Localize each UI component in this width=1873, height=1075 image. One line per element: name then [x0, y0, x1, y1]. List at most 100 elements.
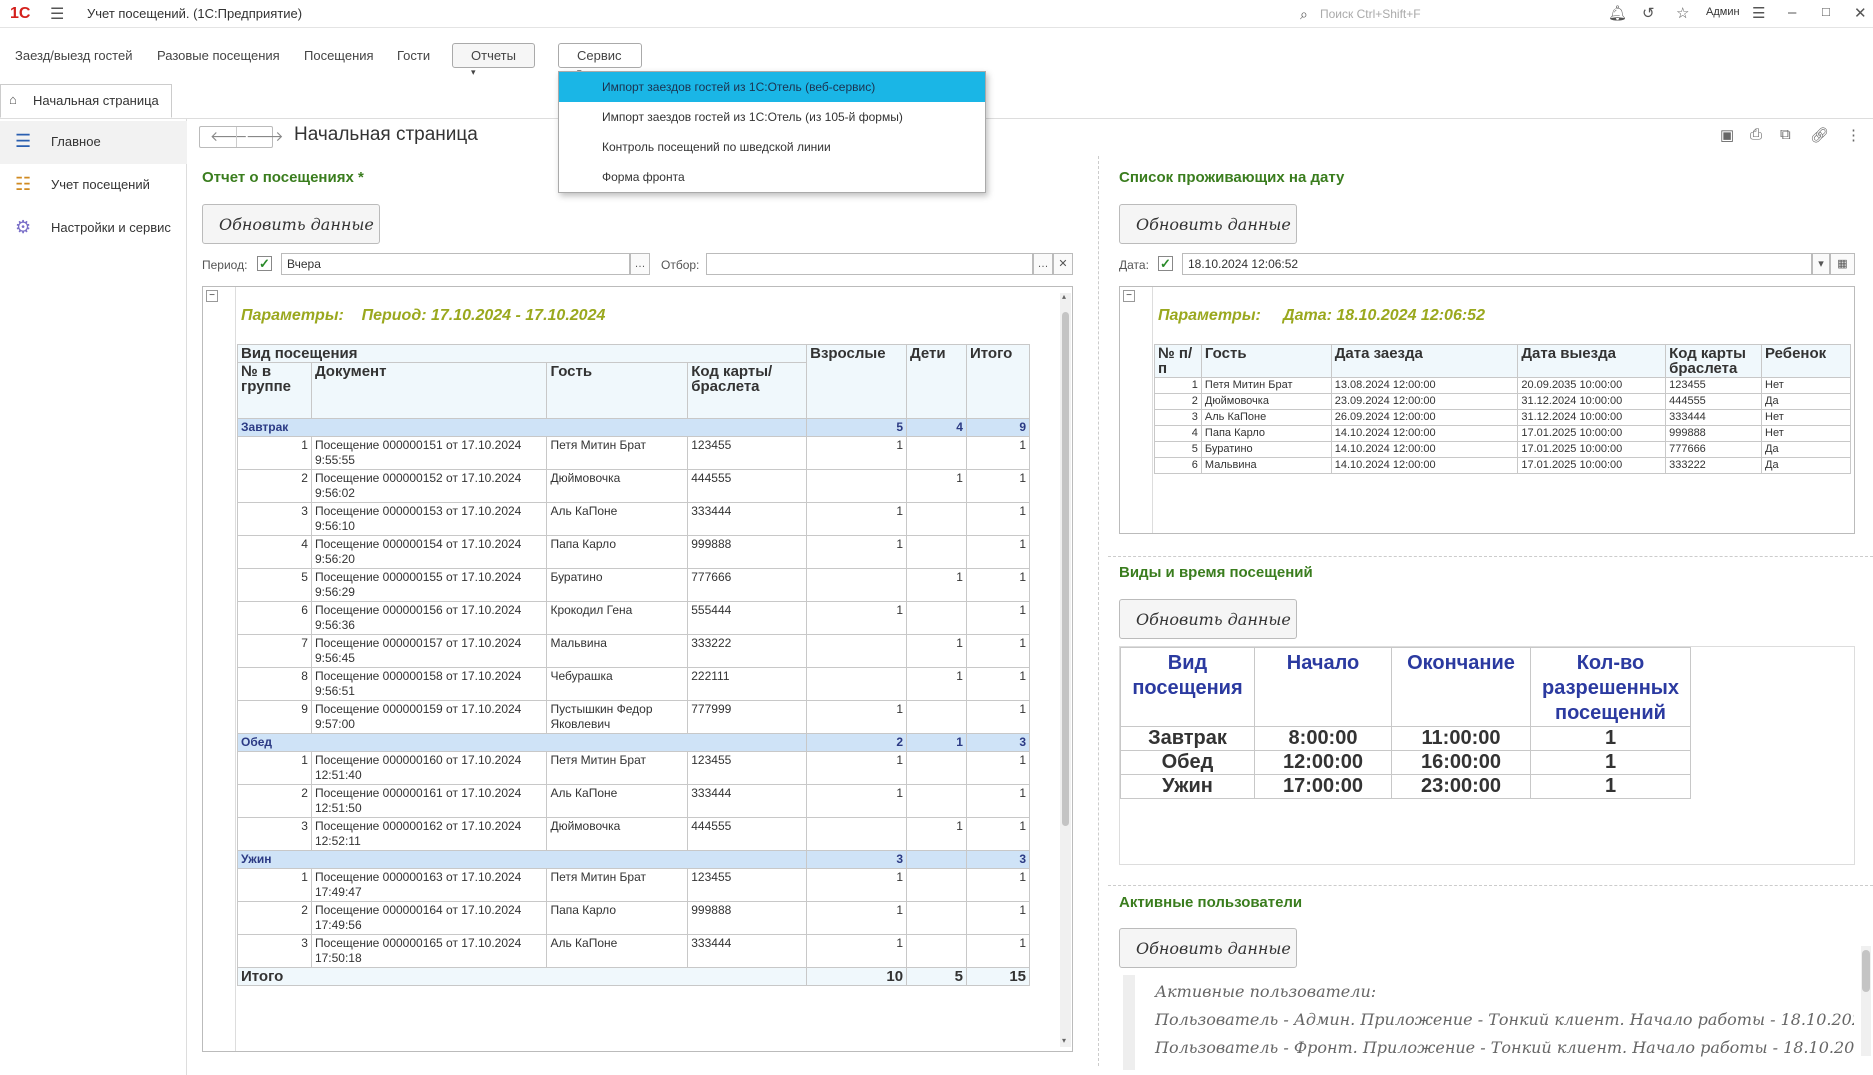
row-kids [906, 436, 967, 470]
row-document[interactable]: Посещение 000000165 от 17.10.2024 17:50:… [310, 934, 548, 968]
settings-menu-icon[interactable]: ☰ [1752, 4, 1765, 22]
sidebar-item-visits[interactable]: ☷ Учет посещений [0, 164, 187, 207]
forward-arrow-icon[interactable]: 🡒 [246, 128, 284, 145]
bell-icon[interactable]: 🔔︎ [1608, 4, 1627, 22]
scroll-up-icon[interactable]: ▴ [1062, 292, 1066, 301]
period-checkbox[interactable]: ✓ [257, 256, 272, 271]
col-child: Ребенок [1761, 344, 1851, 378]
menu-guests[interactable]: Гости [397, 48, 430, 63]
search-placeholder: Поиск Ctrl+Shift+F [1320, 7, 1421, 21]
sidebar-item-settings[interactable]: ⚙ Настройки и сервис [0, 207, 187, 250]
filter-select-button[interactable]: … [1033, 253, 1053, 275]
menu-item-import-105[interactable]: Импорт заездов гостей из 1С:Отель (из 10… [559, 102, 985, 132]
print-icon[interactable]: ⎙ [1750, 126, 1762, 143]
menu-item-front-form[interactable]: Форма фронта [559, 162, 985, 192]
date-field[interactable]: 18.10.2024 12:06:52 [1182, 253, 1812, 275]
history-icon[interactable]: ↺ [1642, 4, 1655, 22]
visit-types-table: Вид посещения Начало Окончание Кол-во ра… [1120, 647, 1691, 799]
row-kids [906, 502, 967, 536]
visits-report[interactable]: − Параметры: Период: 17.10.2024 - 17.10.… [202, 286, 1073, 1052]
row-document[interactable]: Посещение 000000159 от 17.10.2024 9:57:0… [310, 700, 548, 734]
row-card: 777666 [1665, 441, 1763, 458]
row-checkin: 13.08.2024 12:00:00 [1330, 377, 1519, 394]
table-row: 6 Посещение 000000156 от 17.10.2024 9:56:… [237, 601, 1031, 635]
table-row: 1 Посещение 000000151 от 17.10.2024 9:55:… [237, 436, 1031, 470]
row-document[interactable]: Посещение 000000157 от 17.10.2024 9:56:4… [310, 634, 548, 668]
row-number: 6 [237, 601, 312, 635]
user-name[interactable]: Админ [1706, 6, 1740, 18]
link-icon[interactable]: 🔗︎ [1810, 126, 1829, 144]
residents-gutter [1152, 287, 1153, 533]
minimize-icon[interactable]: – [1788, 4, 1796, 21]
row-document[interactable]: Посещение 000000155 от 17.10.2024 9:56:2… [310, 568, 548, 602]
row-adults: 1 [806, 502, 908, 536]
sidebar-item-main[interactable]: ☰ Главное [0, 121, 187, 164]
row-document[interactable]: Посещение 000000156 от 17.10.2024 9:56:3… [310, 601, 548, 635]
group-adults: 5 [806, 418, 908, 437]
menu-checkin[interactable]: Заезд/выезд гостей [15, 48, 132, 63]
row-document[interactable]: Посещение 000000164 от 17.10.2024 17:49:… [310, 901, 548, 935]
row-document[interactable]: Посещение 000000153 от 17.10.2024 9:56:1… [310, 502, 548, 536]
close-icon[interactable]: ✕ [1854, 4, 1867, 22]
row-document[interactable]: Посещение 000000160 от 17.10.2024 12:51:… [310, 751, 548, 785]
filter-field[interactable] [706, 253, 1033, 275]
save-icon[interactable]: ▣ [1720, 126, 1734, 144]
row-count: 1 [1530, 726, 1691, 751]
menu-single-visits[interactable]: Разовые посещения [157, 48, 280, 63]
row-total: 1 [965, 817, 1031, 851]
calendar-icon[interactable]: ▦ [1830, 253, 1855, 275]
active-users-panel[interactable]: Активные пользователи: Пользователь - Ад… [1119, 975, 1854, 1070]
row-guest: Аль КаПоне [546, 784, 689, 818]
row-document[interactable]: Посещение 000000154 от 17.10.2024 9:56:2… [310, 535, 548, 569]
page-scroll-thumb[interactable] [1862, 950, 1870, 992]
main-menu-icon[interactable]: ☰ [50, 4, 64, 24]
reports-menu-button[interactable]: Отчеты ▾ [452, 43, 535, 77]
row-document[interactable]: Посещение 000000161 от 17.10.2024 12:51:… [310, 784, 548, 818]
row-child: Да [1761, 393, 1851, 410]
tab-home[interactable]: ⌂ Начальная страница [0, 84, 172, 118]
residents-report[interactable]: − Параметры: Дата: 18.10.2024 12:06:52 №… [1119, 286, 1855, 534]
row-guest: Петя Митин Брат [546, 751, 689, 785]
menu-item-swedish-line[interactable]: Контроль посещений по шведской линии [559, 132, 985, 162]
collapse-icon[interactable]: − [206, 290, 218, 302]
menu-item-import-web[interactable]: Импорт заездов гостей из 1С:Отель (веб-с… [559, 72, 985, 102]
period-field[interactable]: Вчера [281, 253, 630, 275]
search-input[interactable]: ⌕ Поиск Ctrl+Shift+F [1298, 4, 1483, 24]
maximize-icon[interactable]: □ [1822, 4, 1830, 19]
collapse-icon[interactable]: − [1123, 290, 1135, 302]
back-arrow-icon[interactable]: 🡐 [210, 128, 248, 145]
scroll-down-icon[interactable]: ▾ [1062, 1036, 1066, 1045]
refresh-visit-types-button[interactable]: Обновить данные [1119, 599, 1297, 639]
row-card: 123455 [687, 751, 808, 785]
menu-visits[interactable]: Посещения [304, 48, 374, 63]
row-document[interactable]: Посещение 000000158 от 17.10.2024 9:56:5… [310, 667, 548, 701]
more-icon[interactable]: ⋮ [1846, 126, 1861, 144]
panel-splitter[interactable] [1098, 156, 1099, 1066]
row-adults [806, 667, 908, 701]
table-row: 9 Посещение 000000159 от 17.10.2024 9:57:… [237, 700, 1031, 734]
scroll-thumb[interactable] [1062, 312, 1069, 826]
refresh-residents-button[interactable]: Обновить данные [1119, 204, 1297, 244]
filter-clear-icon[interactable]: ✕ [1053, 253, 1073, 275]
row-document[interactable]: Посещение 000000151 от 17.10.2024 9:55:5… [310, 436, 548, 470]
total-row: Итого 10 5 15 [236, 967, 1031, 986]
refresh-report-button[interactable]: Обновить данные [202, 204, 380, 244]
refresh-active-users-button[interactable]: Обновить данные [1119, 928, 1297, 968]
row-document[interactable]: Посещение 000000152 от 17.10.2024 9:56:0… [310, 469, 548, 503]
report-scrollbar[interactable]: ▴ ▾ [1060, 292, 1071, 1047]
row-document[interactable]: Посещение 000000162 от 17.10.2024 12:52:… [310, 817, 548, 851]
page-scrollbar[interactable] [1861, 946, 1871, 1056]
row-checkout: 17.01.2025 10:00:00 [1517, 425, 1667, 442]
service-menu-button[interactable]: Сервис ▾ [558, 43, 642, 77]
row-kids: 1 [906, 817, 967, 851]
star-icon[interactable]: ☆ [1676, 4, 1689, 22]
col-num: № в группе [237, 362, 312, 419]
visit-types-header-row: Вид посещения Начало Окончание Кол-во ра… [1120, 647, 1691, 727]
row-checkin: 23.09.2024 12:00:00 [1330, 393, 1519, 410]
preview-icon[interactable]: ⧉ [1780, 126, 1791, 143]
period-select-button[interactable]: … [630, 253, 650, 275]
visit-types-report[interactable]: Вид посещения Начало Окончание Кол-во ра… [1119, 646, 1855, 865]
date-checkbox[interactable]: ✓ [1158, 256, 1173, 271]
date-dropdown-icon[interactable]: ▾ [1812, 253, 1830, 275]
row-document[interactable]: Посещение 000000163 от 17.10.2024 17:49:… [310, 868, 548, 902]
